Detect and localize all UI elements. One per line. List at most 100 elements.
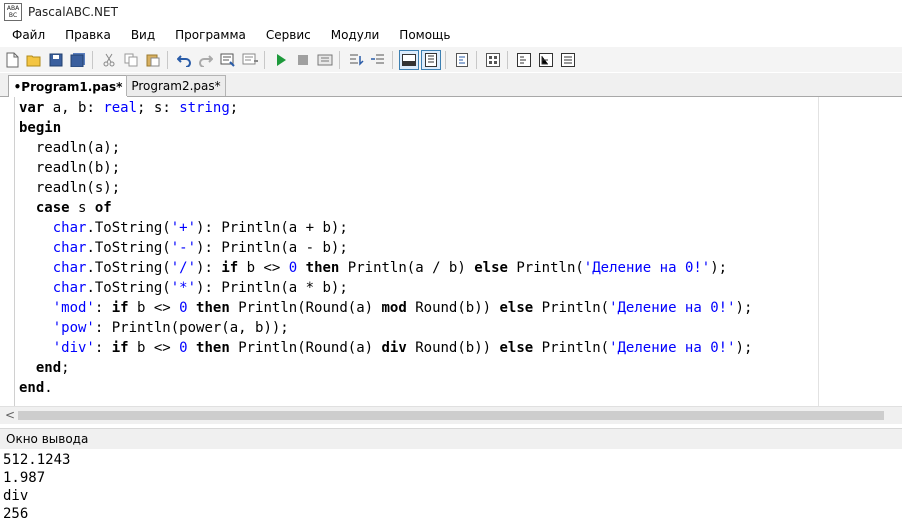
debug-icon[interactable]: [315, 50, 335, 70]
menu-item[interactable]: Сервис: [258, 28, 319, 42]
scroll-left-arrow-icon[interactable]: <: [5, 407, 15, 424]
tab-program1[interactable]: •Program1.pas*: [8, 75, 128, 98]
code-editor[interactable]: var a, b: real; s: string; begin readln(a…: [0, 97, 902, 406]
code-line[interactable]: readln(b);: [19, 158, 120, 178]
code-token: else: [499, 300, 534, 316]
paste-icon[interactable]: [143, 50, 163, 70]
code-line[interactable]: readln(s);: [19, 178, 120, 198]
toolbar-separator: [167, 50, 168, 69]
toggle-panel-icon[interactable]: [421, 49, 441, 70]
stop-icon[interactable]: [293, 50, 313, 70]
code-token: );: [710, 260, 728, 276]
output-line: div: [3, 488, 29, 504]
code-token: :: [94, 340, 112, 356]
menu-item[interactable]: Вид: [123, 28, 163, 42]
compile-icon[interactable]: [218, 50, 238, 70]
tab-program2[interactable]: Program2.pas*: [126, 75, 226, 96]
cut-icon[interactable]: [99, 50, 119, 70]
copy-icon[interactable]: [121, 50, 141, 70]
output-line: 512.1243: [3, 452, 71, 468]
code-line[interactable]: 'div': if b <> 0 then Println(Round(a) d…: [19, 338, 753, 358]
form-designer-icon[interactable]: [483, 50, 503, 70]
code-token: readln(a);: [19, 140, 121, 156]
output-panel[interactable]: 512.1243 1.987 div 256: [0, 451, 902, 529]
code-line[interactable]: 'mod': if b <> 0 then Println(Round(a) m…: [19, 298, 753, 318]
code-token: mod: [381, 300, 407, 316]
code-line[interactable]: char.ToString('/'): if b <> 0 then Print…: [19, 258, 727, 278]
scrollbar-thumb[interactable]: [18, 411, 884, 420]
code-token: ; s:: [137, 100, 180, 116]
code-token: Println(Round(a): [229, 300, 382, 316]
code-line[interactable]: begin: [19, 118, 61, 138]
code-line[interactable]: var a, b: real; s: string;: [19, 98, 238, 118]
format-icon[interactable]: [452, 50, 472, 70]
code-line[interactable]: char.ToString('+'): Println(a + b);: [19, 218, 348, 238]
run-icon[interactable]: [271, 50, 291, 70]
code-token: b <>: [238, 260, 289, 276]
code-token: if: [111, 340, 129, 356]
horizontal-scrollbar[interactable]: <: [0, 406, 902, 424]
code-token: then: [196, 300, 230, 316]
open-icon[interactable]: [24, 50, 44, 70]
undo-icon[interactable]: [174, 50, 194, 70]
view-code-icon[interactable]: [514, 50, 534, 70]
view-tree-icon[interactable]: [536, 50, 556, 70]
output-line: 256: [3, 506, 29, 522]
menu-item[interactable]: Помощь: [391, 28, 458, 42]
code-line[interactable]: readln(a);: [19, 138, 120, 158]
code-token: ): Println(a - b);: [196, 240, 348, 256]
code-line[interactable]: end.: [19, 378, 53, 398]
code-token: if: [111, 300, 129, 316]
code-token: if: [221, 260, 239, 276]
redo-icon[interactable]: [196, 50, 216, 70]
window-title: PascalABC.NET: [28, 5, 118, 19]
code-token: 0: [288, 260, 298, 276]
code-token: 0: [179, 340, 188, 356]
code-token: readln(b);: [19, 160, 121, 176]
code-token: readln(s);: [19, 180, 121, 196]
title-bar: ABABC PascalABC.NET: [0, 0, 902, 24]
menu-item[interactable]: Модули: [323, 28, 388, 42]
code-token: Println(: [533, 300, 610, 316]
code-token: real: [103, 100, 138, 116]
save-all-icon[interactable]: [68, 50, 88, 70]
output-panel-title: Окно вывода: [6, 432, 89, 446]
code-token: : Println(power(a, b));: [94, 320, 289, 336]
code-token: );: [735, 300, 753, 316]
toggle-output-icon[interactable]: [399, 49, 419, 70]
menu-item[interactable]: Программа: [167, 28, 254, 42]
code-token: .: [44, 380, 53, 396]
toolbar-separator: [445, 50, 446, 69]
code-line[interactable]: char.ToString('*'): Println(a * b);: [19, 278, 348, 298]
code-token: a, b:: [44, 100, 104, 116]
code-line[interactable]: 'pow': Println(power(a, b));: [19, 318, 289, 338]
view-list-icon[interactable]: [558, 50, 578, 70]
code-token: 'Деление на 0!': [583, 260, 711, 276]
code-line[interactable]: case s of: [19, 198, 112, 218]
code-token: .ToString(: [86, 280, 171, 296]
code-token: div: [381, 340, 407, 356]
code-token: Round(b)): [406, 340, 500, 356]
code-token: s: [69, 200, 95, 216]
code-token: end: [19, 380, 45, 396]
step-over-icon[interactable]: [346, 50, 366, 70]
code-token: ;: [61, 360, 70, 376]
step-into-icon[interactable]: [368, 50, 388, 70]
code-token: of: [94, 200, 112, 216]
menu-item[interactable]: Правка: [57, 28, 119, 42]
save-icon[interactable]: [46, 50, 66, 70]
new-file-icon[interactable]: [2, 50, 22, 70]
uncompile-icon[interactable]: [240, 50, 260, 70]
code-line[interactable]: char.ToString('-'): Println(a - b);: [19, 238, 348, 258]
code-token: var: [19, 100, 45, 116]
code-line[interactable]: end;: [19, 358, 70, 378]
code-token: 'pow': [52, 320, 95, 336]
menu-item[interactable]: Файл: [4, 28, 53, 42]
